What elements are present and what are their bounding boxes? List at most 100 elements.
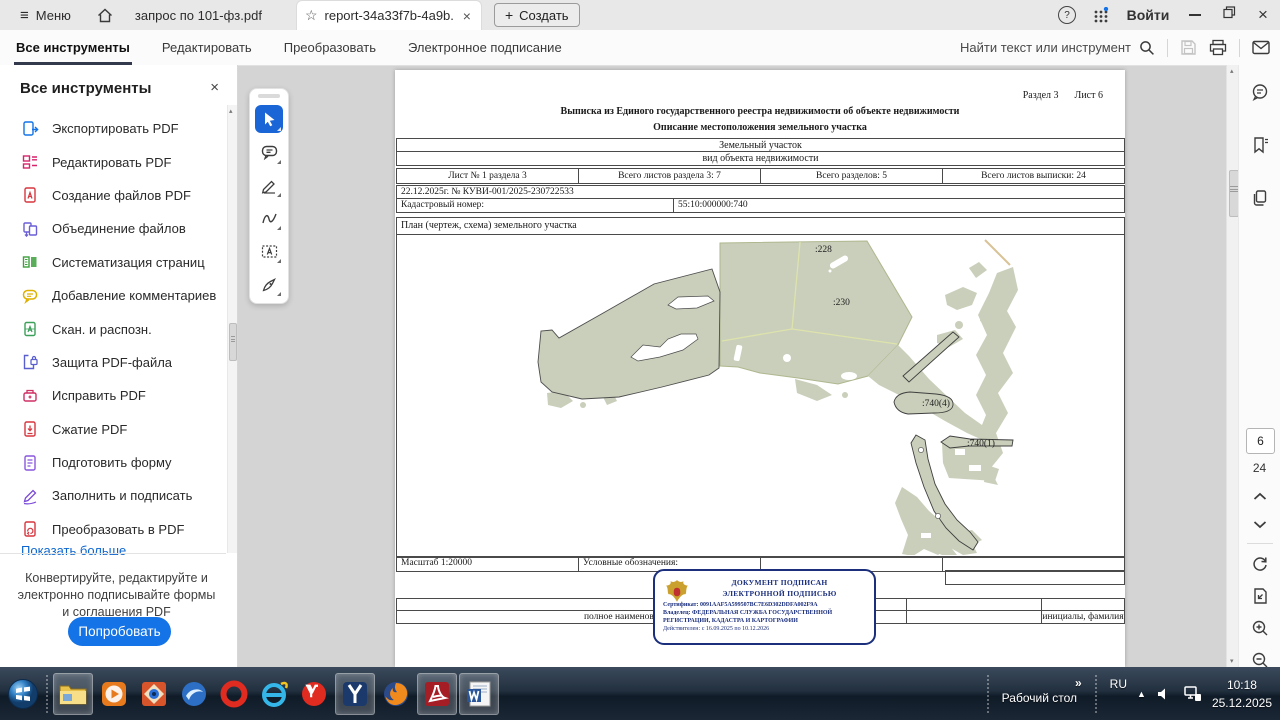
stamp-owner1: Владелец: ФЕДЕРАЛЬНАЯ СЛУЖБА ГОСУДАРСТВЕ… <box>655 610 874 618</box>
tool-create-pdf[interactable]: Создание файлов PDF <box>0 179 226 212</box>
create-tab-button[interactable]: + Создать <box>494 3 580 27</box>
internet-explorer-icon <box>259 680 289 708</box>
search-tool-button[interactable]: Найти текст или инструмент <box>960 40 1155 56</box>
taskbar-internet-explorer[interactable] <box>255 674 293 714</box>
add-text-tool-button[interactable] <box>255 237 283 265</box>
page-number-input[interactable]: 6 <box>1246 428 1275 454</box>
taskbar-yandex[interactable] <box>295 674 333 714</box>
tool-add-comments[interactable]: Добавление комментариев <box>0 279 226 312</box>
zoom-in-button[interactable] <box>1247 615 1273 641</box>
desktop-toolbar[interactable]: » Рабочий стол <box>1002 674 1082 714</box>
windows-taskbar: » Рабочий стол RU ▲ 10:18 25.12.2025 <box>0 667 1280 720</box>
start-button[interactable] <box>5 676 41 712</box>
home-button[interactable] <box>89 0 121 30</box>
menu-esign[interactable]: Электронное подписание <box>406 30 564 65</box>
menu-all-tools[interactable]: Все инструменты <box>14 30 132 65</box>
previous-page-button[interactable] <box>1247 483 1273 509</box>
home-icon <box>97 8 113 23</box>
draw-tool-button[interactable] <box>255 204 283 232</box>
taskbar-media-player[interactable] <box>95 674 133 714</box>
save-icon[interactable] <box>1180 39 1197 56</box>
try-button[interactable]: Попробовать <box>68 617 171 646</box>
share-mail-icon[interactable] <box>1252 40 1270 55</box>
taskbar-mail-app[interactable] <box>175 674 213 714</box>
restore-button[interactable] <box>1212 0 1246 30</box>
taskbar-image-viewer[interactable] <box>135 674 173 714</box>
sheet-info-cell: Всего разделов: 5 <box>761 169 942 182</box>
overflow-chevron[interactable]: » <box>1075 676 1082 690</box>
network-icon[interactable] <box>1182 685 1202 703</box>
help-button[interactable]: ? <box>1050 0 1084 30</box>
language-indicator[interactable]: RU <box>1110 677 1127 691</box>
tool-convert-to-pdf[interactable]: Преобразовать в PDF <box>0 513 226 546</box>
signin-label: Войти <box>1127 7 1170 23</box>
next-page-button[interactable] <box>1247 511 1273 537</box>
tool-repair-pdf[interactable]: Исправить PDF <box>0 379 226 412</box>
tab-active[interactable]: ☆ report-34a33f7b-4a9b... × <box>296 0 482 31</box>
object-type-table: Земельный участок вид объекта недвижимос… <box>396 138 1125 166</box>
tab-close-icon[interactable]: × <box>461 8 473 24</box>
menu-convert[interactable]: Преобразовать <box>282 30 378 65</box>
sidebar-scrollbar[interactable]: ▴ <box>227 105 237 553</box>
tab-inactive[interactable]: запрос по 101-фз.pdf <box>127 0 270 30</box>
signin-button[interactable]: Войти <box>1118 0 1178 30</box>
menu-button[interactable]: ≡ Меню <box>12 0 79 30</box>
highlight-tool-button[interactable] <box>255 171 283 199</box>
panel-title: Все инструменты <box>20 80 151 97</box>
taskbar-opera[interactable] <box>215 674 253 714</box>
bookmarks-panel-button[interactable] <box>1247 132 1273 158</box>
sidebar-scroll-thumb[interactable] <box>229 323 237 361</box>
image-viewer-icon <box>140 680 168 708</box>
taskbar-acrobat[interactable] <box>417 673 457 715</box>
rotate-page-button[interactable] <box>1247 551 1273 577</box>
fit-page-button[interactable] <box>1247 583 1273 609</box>
coat-of-arms-icon <box>664 578 690 606</box>
menu-edit[interactable]: Редактировать <box>160 30 254 65</box>
acrobat-icon <box>423 680 451 708</box>
sheet-info-cell: Всего листов раздела 3: 7 <box>579 169 760 182</box>
panel-divider <box>0 553 226 554</box>
menu-label: Меню <box>36 8 71 23</box>
show-more-link[interactable]: Показать больше <box>21 543 126 558</box>
apps-grid-button[interactable] <box>1084 0 1118 30</box>
tool-protect-pdf[interactable]: Защита PDF-файла <box>0 346 226 379</box>
doc-title: Выписка из Единого государственного реес… <box>395 106 1125 117</box>
tool-combine-files[interactable]: Объединение файлов <box>0 212 226 245</box>
protect-pdf-icon <box>21 353 39 371</box>
minimize-button[interactable] <box>1178 0 1212 30</box>
scroll-up-icon[interactable]: ▴ <box>1230 67 1234 75</box>
tool-label: Подготовить форму <box>52 455 172 470</box>
tool-fill-sign[interactable]: Заполнить и подписать <box>0 479 226 512</box>
taskbar-firefox[interactable] <box>377 674 415 714</box>
print-icon[interactable] <box>1209 39 1227 56</box>
scroll-up-icon[interactable]: ▴ <box>229 107 233 115</box>
sheet-info-cell: Всего листов выписки: 24 <box>943 169 1124 182</box>
scroll-down-icon[interactable]: ▾ <box>1230 657 1234 665</box>
panel-close-icon[interactable]: × <box>210 79 219 96</box>
tool-organize-pages[interactable]: Систематизация страниц <box>0 246 226 279</box>
volume-icon[interactable] <box>1156 686 1172 702</box>
tool-scan-ocr[interactable]: Скан. и распозн. <box>0 312 226 345</box>
taskbar-yandex-browser[interactable] <box>335 673 375 715</box>
tool-edit-pdf[interactable]: Редактировать PDF <box>0 145 226 178</box>
comment-tool-button[interactable] <box>255 138 283 166</box>
taskbar-explorer[interactable] <box>53 673 93 715</box>
tool-prepare-form[interactable]: Подготовить форму <box>0 446 226 479</box>
window-close-button[interactable]: × <box>1246 0 1280 30</box>
taskbar-word[interactable] <box>459 673 499 715</box>
page-thumbnails-button[interactable] <box>1247 185 1273 211</box>
all-tools-panel: Все инструменты × Экспортировать PDF Ред… <box>0 65 238 667</box>
pencil-icon <box>261 177 278 194</box>
comments-panel-button[interactable] <box>1247 79 1273 105</box>
tool-label: Защита PDF-файла <box>52 355 172 370</box>
sign-tool-button[interactable] <box>255 270 283 298</box>
toolbar-drag-handle[interactable] <box>258 94 280 98</box>
clock[interactable]: 10:18 25.12.2025 <box>1212 676 1272 712</box>
show-hidden-icons[interactable]: ▲ <box>1137 689 1146 699</box>
select-tool-button[interactable] <box>255 105 283 133</box>
tool-compress-pdf[interactable]: Сжатие PDF <box>0 413 226 446</box>
page-corner-info: Раздел 3 Лист 6 <box>1023 90 1103 101</box>
tool-export-pdf[interactable]: Экспортировать PDF <box>0 112 226 145</box>
fit-page-icon <box>1252 587 1269 605</box>
cadastral-label: Кадастровый номер: <box>401 200 484 210</box>
